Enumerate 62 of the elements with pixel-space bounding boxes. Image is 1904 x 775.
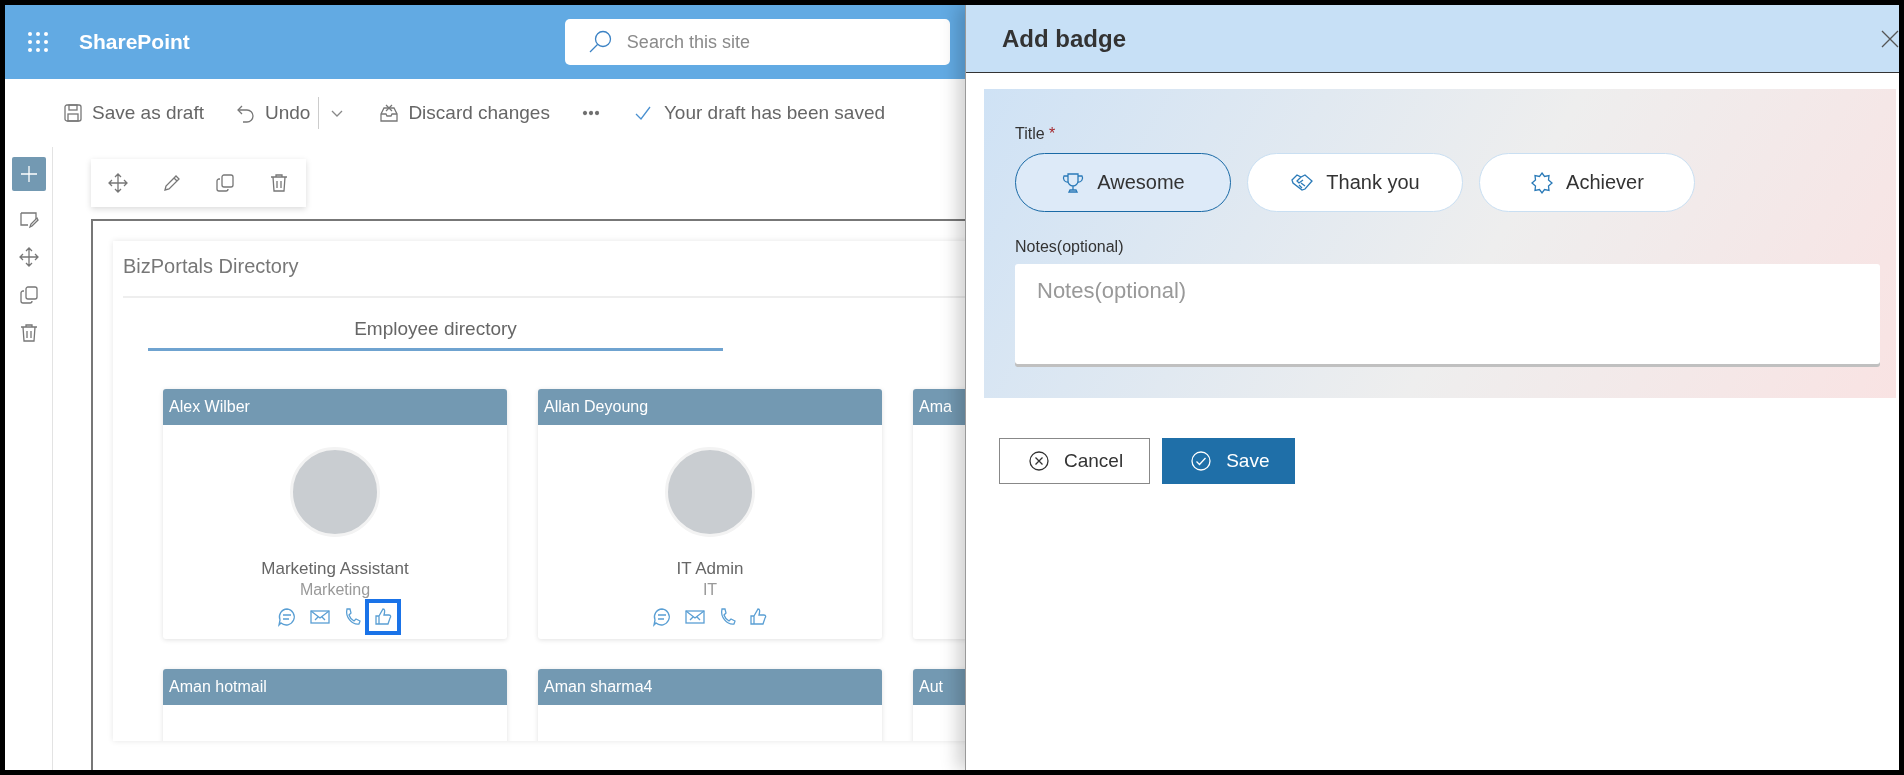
phone-icon[interactable]	[343, 607, 361, 627]
move-button[interactable]	[18, 247, 39, 267]
tab[interactable]: Employee directory	[148, 298, 723, 351]
app-launcher-icon[interactable]	[28, 32, 48, 52]
field-label: Notes(optional)	[1015, 238, 1125, 256]
move-icon	[107, 173, 128, 193]
mail-icon[interactable]	[309, 607, 331, 627]
discard-button[interactable]: Discard changes	[373, 96, 556, 130]
trash-button[interactable]	[269, 173, 290, 193]
trophy-icon	[1061, 170, 1086, 195]
undo-button[interactable]: Undo	[229, 96, 317, 130]
like-button[interactable]	[365, 599, 401, 635]
undo-icon	[235, 103, 256, 123]
card-header: Alex Wilber	[163, 389, 507, 425]
department: IT	[702, 581, 718, 599]
cancel-button[interactable]: Cancel	[999, 438, 1151, 484]
card-header: Aman hotmail	[163, 669, 507, 705]
save-icon	[63, 103, 83, 123]
badge-option[interactable]: Achiever	[1479, 153, 1695, 212]
more-icon	[581, 110, 600, 116]
draft-status: Your draft has been saved	[663, 102, 886, 124]
chat-icon[interactable]	[277, 607, 297, 627]
pencil-button[interactable]	[161, 173, 182, 193]
move-icon	[18, 247, 39, 267]
badge-star-icon	[1530, 170, 1555, 195]
tray-icon	[379, 103, 400, 123]
badge-option[interactable]: Thank you	[1247, 153, 1463, 212]
job-title: Marketing Assistant	[261, 559, 409, 579]
field-label: Title *	[1015, 125, 1057, 143]
card-header: Allan Deyoung	[538, 389, 882, 425]
pencil-icon	[161, 173, 182, 193]
section-edit-button[interactable]	[18, 209, 39, 229]
department: Marketing	[299, 581, 371, 599]
close-button[interactable]	[1880, 28, 1899, 49]
cancel-icon	[1028, 450, 1050, 472]
phone-icon[interactable]	[718, 607, 736, 627]
checkmark-icon	[633, 104, 652, 122]
thumbs-up-icon[interactable]	[373, 607, 393, 627]
plus-icon	[19, 165, 38, 183]
trash-icon	[18, 323, 39, 343]
copy-button[interactable]	[18, 285, 39, 305]
close-icon	[1880, 28, 1899, 49]
section-edit-icon	[18, 209, 39, 229]
copy-button[interactable]	[215, 173, 236, 193]
save-button[interactable]: Save as draft	[57, 96, 210, 130]
move-button[interactable]	[107, 173, 128, 193]
job-title: IT Admin	[676, 559, 744, 579]
chat-icon[interactable]	[652, 607, 672, 627]
thumbs-up-icon[interactable]	[748, 607, 768, 627]
badge-option[interactable]: Awesome	[1015, 153, 1231, 212]
copy-icon	[215, 173, 236, 193]
card-header: Aman sharma4	[538, 669, 882, 705]
notes-field[interactable]: Notes(optional)	[1015, 264, 1880, 364]
search-field[interactable]: Search this site	[564, 19, 950, 65]
mail-icon[interactable]	[684, 607, 706, 627]
save-button[interactable]: Save	[1162, 438, 1296, 484]
add-section-button[interactable]	[11, 157, 46, 191]
checkmark-icon	[1190, 450, 1213, 472]
trash-icon	[269, 173, 290, 193]
trash-button[interactable]	[18, 323, 39, 343]
copy-icon	[18, 285, 39, 305]
panel-title: Add badge	[1002, 24, 1126, 53]
